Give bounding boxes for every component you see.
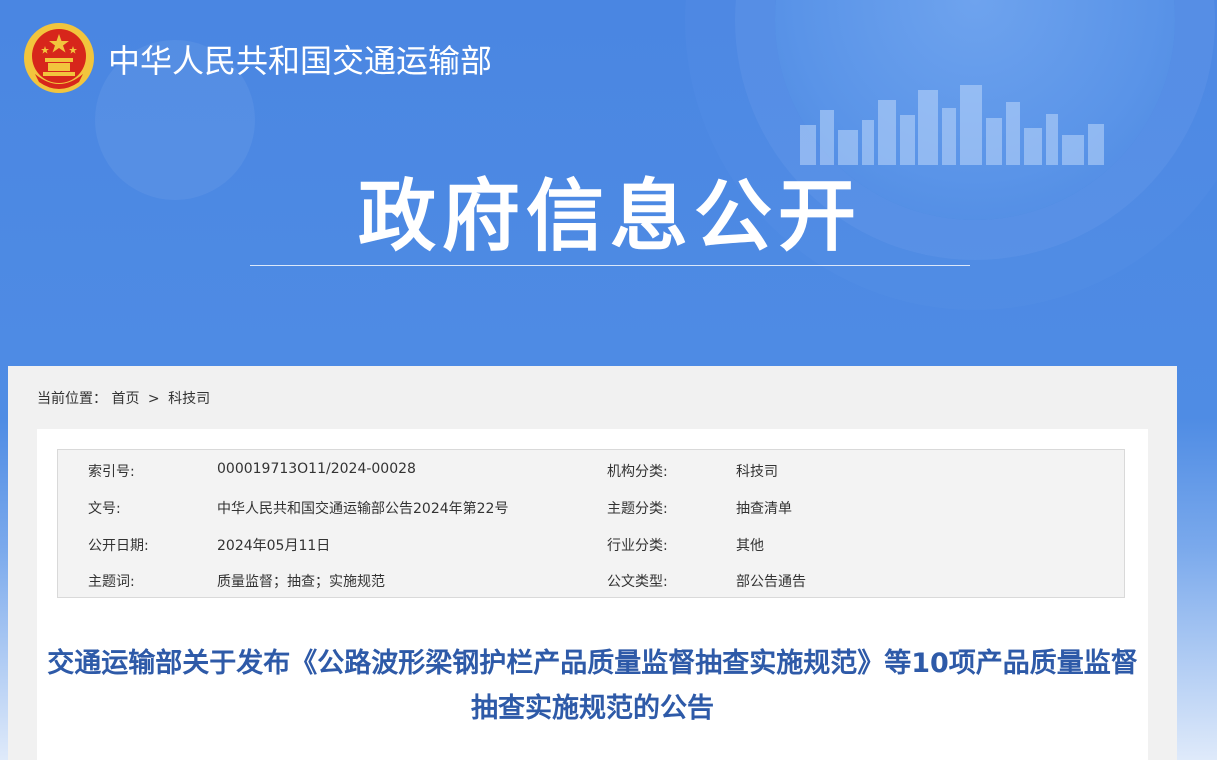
- metadata-value: 部公告通告: [736, 574, 806, 590]
- breadcrumb: 当前位置： 首页 > 科技司: [37, 388, 210, 408]
- metadata-key: 索引号:: [88, 464, 135, 480]
- metadata-row: 文号: 中华人民共和国交通运输部公告2024年第22号 主题分类: 抽查清单: [58, 489, 1124, 525]
- breadcrumb-department-link[interactable]: 科技司: [168, 391, 210, 407]
- metadata-value: 质量监督；抽查；实施规范: [217, 574, 385, 590]
- main-panel: 当前位置： 首页 > 科技司 索引号: 000019713O11/2024-00…: [8, 366, 1177, 760]
- metadata-key: 机构分类:: [607, 464, 668, 480]
- metadata-row: 主题词: 质量监督；抽查；实施规范 公文类型: 部公告通告: [58, 562, 1124, 598]
- metadata-value: 000019713O11/2024-00028: [217, 461, 416, 477]
- metadata-table: 索引号: 000019713O11/2024-00028 机构分类: 科技司 文…: [57, 449, 1125, 598]
- metadata-value: 抽查清单: [736, 501, 792, 517]
- breadcrumb-label: 当前位置：: [37, 391, 107, 407]
- city-skyline-icon: [800, 85, 1104, 165]
- metadata-key: 主题分类:: [607, 501, 668, 517]
- ministry-name[interactable]: 中华人民共和国交通运输部: [108, 36, 492, 82]
- metadata-value: 2024年05月11日: [217, 538, 331, 554]
- heading-divider: [250, 265, 970, 266]
- article-title: 交通运输部关于发布《公路波形梁钢护栏产品质量监督抽查实施规范》等10项产品质量监…: [47, 648, 1138, 724]
- page-heading: 政府信息公开: [357, 172, 862, 262]
- breadcrumb-separator: >: [147, 391, 160, 407]
- metadata-key: 行业分类:: [607, 538, 668, 554]
- metadata-key: 文号:: [88, 501, 121, 517]
- content-card: 索引号: 000019713O11/2024-00028 机构分类: 科技司 文…: [37, 429, 1148, 760]
- metadata-row: 公开日期: 2024年05月11日 行业分类: 其他: [58, 526, 1124, 562]
- metadata-key: 公文类型:: [607, 574, 668, 590]
- metadata-key: 主题词:: [88, 574, 135, 590]
- national-emblem-icon: [24, 23, 94, 93]
- metadata-value: 其他: [736, 538, 764, 554]
- header-banner: 中华人民共和国交通运输部 政府信息公开: [0, 0, 1217, 370]
- breadcrumb-home-link[interactable]: 首页: [111, 391, 139, 407]
- metadata-key: 公开日期:: [88, 538, 149, 554]
- metadata-row: 索引号: 000019713O11/2024-00028 机构分类: 科技司: [58, 452, 1124, 488]
- metadata-value: 中华人民共和国交通运输部公告2024年第22号: [217, 501, 509, 517]
- metadata-value: 科技司: [736, 464, 778, 480]
